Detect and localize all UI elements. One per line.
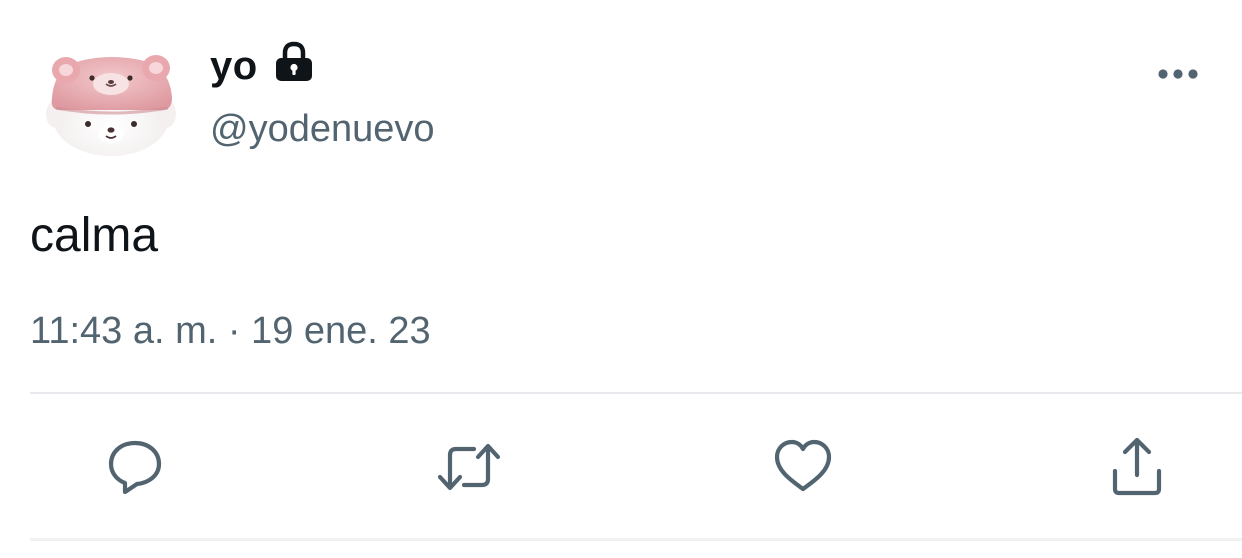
divider [30,392,1242,394]
share-upload-icon [1112,437,1162,496]
bottom-divider [30,538,1242,541]
like-button[interactable] [768,432,838,502]
display-name[interactable]: yo [210,44,258,89]
avatar[interactable] [44,48,178,158]
lock-icon [275,41,312,81]
author-name-row: yo [210,38,314,94]
reply-bubble-icon [108,440,162,495]
tweet-detail: yo @yodenuevo calma 11:43 a. m. · 19 ene… [0,0,1242,558]
more-dots-icon[interactable] [1156,62,1200,86]
share-button[interactable] [1102,432,1172,502]
tweet-timestamp[interactable]: 11:43 a. m. · 19 ene. 23 [30,310,431,353]
tweet-text: calma [30,209,159,262]
retweet-button[interactable] [434,432,504,502]
retweet-icon [437,443,501,491]
heart-icon [774,439,832,492]
user-handle[interactable]: @yodenuevo [210,108,435,151]
reply-button[interactable] [100,432,170,502]
